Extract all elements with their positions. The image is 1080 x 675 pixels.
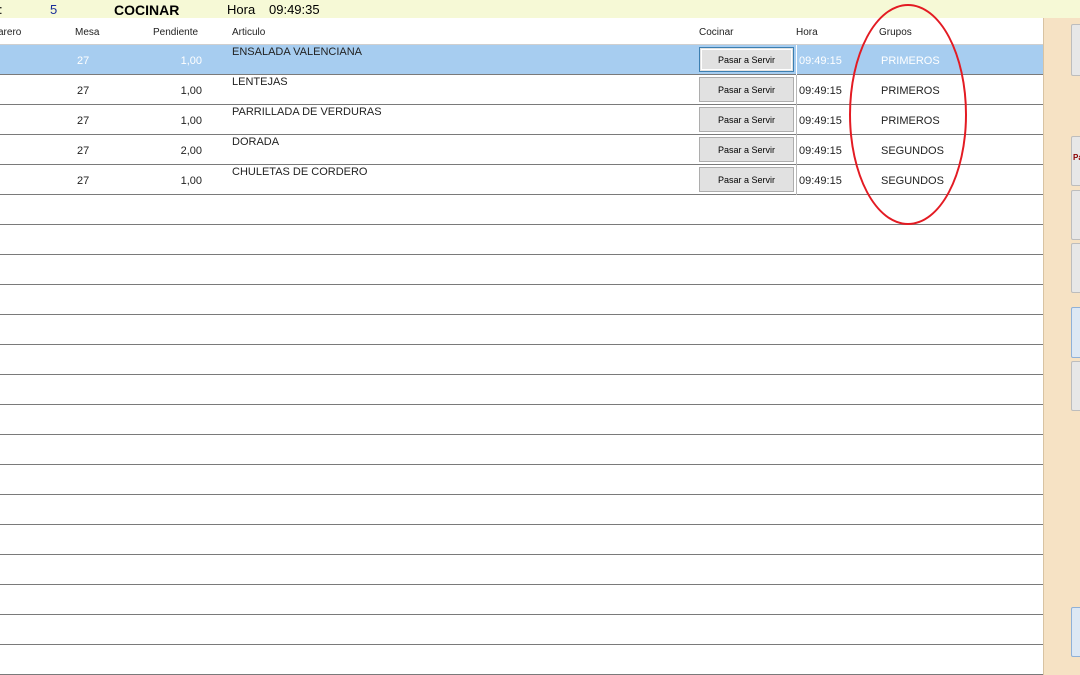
empty-row-line (0, 284, 1043, 285)
side-button-bottom[interactable] (1071, 607, 1080, 657)
section-title: COCINAR (114, 2, 180, 18)
empty-row-line (0, 224, 1043, 225)
empty-row-line (0, 254, 1043, 255)
order-number: 5 (50, 2, 58, 17)
pasar-a-servir-button[interactable]: Pasar a Servir (699, 167, 794, 192)
column-divider (796, 165, 797, 195)
empty-row-line (0, 584, 1043, 585)
empty-row-line (0, 434, 1043, 435)
header-mesa: Mesa (75, 27, 100, 38)
empty-row-line (0, 404, 1043, 405)
side-button-active[interactable] (1071, 307, 1080, 358)
cell-pendiente: 2,00 (180, 145, 202, 157)
pasar-a-servir-button[interactable]: Pasar a Servir (699, 137, 794, 162)
hora-value: 09:49:35 (269, 2, 320, 17)
side-button[interactable] (1071, 361, 1080, 411)
status-left-fragment: : (0, 2, 3, 17)
cell-articulo: PARRILLADA DE VERDURAS (232, 106, 382, 118)
status-bar: : 5 COCINAR Hora 09:49:35 (0, 0, 1080, 19)
side-button-panel (1043, 18, 1080, 675)
cell-mesa: 27 (77, 115, 90, 127)
header-pendiente: Pendiente (153, 27, 199, 38)
empty-row-line (0, 464, 1043, 465)
cell-grupo: PRIMEROS (881, 115, 940, 127)
side-button[interactable] (1071, 24, 1080, 76)
cell-articulo: CHULETAS DE CORDERO (232, 166, 368, 178)
table-row[interactable]: 27 1,00 PARRILLADA DE VERDURAS Pasar a S… (0, 105, 1043, 135)
cell-pendiente: 1,00 (180, 55, 202, 67)
cell-pendiente: 1,00 (180, 175, 202, 187)
column-divider (796, 45, 797, 75)
cell-articulo: ENSALADA VALENCIANA (232, 46, 363, 58)
cell-grupo: PRIMEROS (881, 85, 940, 97)
column-divider (796, 105, 797, 135)
header-camarero: arero (0, 27, 22, 38)
cell-hora: 09:49:15 (799, 115, 842, 127)
pasar-a-servir-button[interactable]: Pasar a Servir (699, 47, 794, 72)
empty-row-line (0, 524, 1043, 525)
table-row[interactable]: 27 1,00 CHULETAS DE CORDERO Pasar a Serv… (0, 165, 1043, 195)
cell-articulo: DORADA (232, 136, 280, 148)
header-cocinar: Cocinar (699, 27, 734, 38)
table-row[interactable]: 27 1,00 ENSALADA VALENCIANA Pasar a Serv… (0, 45, 1043, 75)
header-grupos: Grupos (879, 27, 912, 38)
empty-row-line (0, 554, 1043, 555)
column-divider (796, 135, 797, 165)
empty-row-line (0, 614, 1043, 615)
cell-articulo: LENTEJAS (232, 76, 288, 88)
cell-mesa: 27 (77, 55, 90, 67)
cell-grupo: SEGUNDOS (881, 145, 944, 157)
pasar-a-servir-button[interactable]: Pasar a Servir (699, 77, 794, 102)
cell-grupo: SEGUNDOS (881, 175, 944, 187)
cell-hora: 09:49:15 (799, 175, 842, 187)
empty-row-line (0, 374, 1043, 375)
empty-row-line (0, 644, 1043, 645)
cell-mesa: 27 (77, 85, 90, 97)
hora-label: Hora (227, 2, 256, 17)
side-button-label: Pa (1073, 153, 1080, 162)
table-row[interactable]: 27 2,00 DORADA Pasar a Servir 09:49:15 S… (0, 135, 1043, 165)
cell-mesa: 27 (77, 145, 90, 157)
empty-row-line (0, 314, 1043, 315)
cell-hora: 09:49:15 (799, 145, 842, 157)
side-button[interactable] (1071, 243, 1080, 293)
cell-hora: 09:49:15 (799, 55, 842, 67)
cell-hora: 09:49:15 (799, 85, 842, 97)
grid-header: arero Mesa Pendiente Articulo Cocinar Ho… (0, 18, 1043, 45)
cell-pendiente: 1,00 (180, 115, 202, 127)
cell-pendiente: 1,00 (180, 85, 202, 97)
empty-row-line (0, 344, 1043, 345)
header-hora: Hora (796, 27, 818, 38)
cell-mesa: 27 (77, 175, 90, 187)
orders-grid[interactable]: arero Mesa Pendiente Articulo Cocinar Ho… (0, 18, 1043, 675)
side-button[interactable] (1071, 190, 1080, 240)
column-divider (796, 75, 797, 105)
empty-row-line (0, 494, 1043, 495)
header-articulo: Articulo (232, 27, 266, 38)
table-row[interactable]: 27 1,00 LENTEJAS Pasar a Servir 09:49:15… (0, 75, 1043, 105)
cell-grupo: PRIMEROS (881, 55, 940, 67)
pasar-a-servir-button[interactable]: Pasar a Servir (699, 107, 794, 132)
